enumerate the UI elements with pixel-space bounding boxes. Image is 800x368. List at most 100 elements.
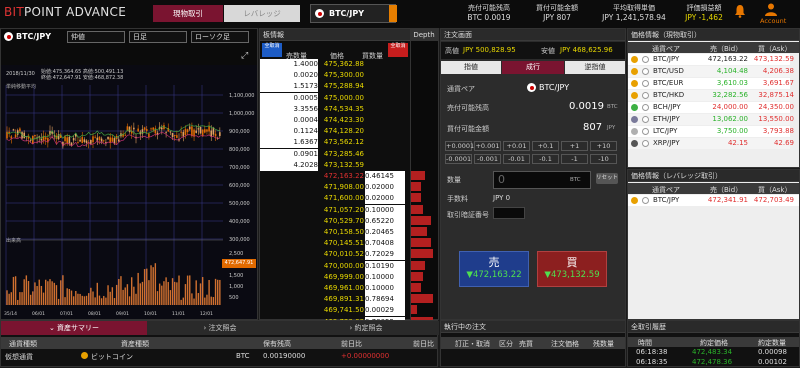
step-plus-button[interactable]: +10 [590, 141, 617, 151]
volume-bar [109, 291, 111, 305]
bid-row[interactable]: 470,000.00 0.10190 [260, 260, 408, 272]
lev-price-row[interactable]: BTC/JPY 472,341.91 472,703.49 [628, 195, 799, 206]
price-axis-label: 900,000 [229, 129, 250, 135]
volume-bar [186, 275, 189, 305]
bid-price: 469,961.00 [323, 284, 364, 292]
step-minus-button[interactable]: -0.001 [474, 154, 501, 164]
price-row[interactable]: ETH/JPY 13,062.00 13,550.00 [628, 114, 794, 125]
ask-qty: 0.0020 [260, 70, 318, 82]
chart-type-select[interactable]: 仲値 [67, 31, 125, 43]
step-plus-button[interactable]: +0.1 [532, 141, 559, 151]
bid-row[interactable]: 471,057.20 0.10000 [260, 204, 408, 216]
volume-bar [60, 280, 62, 305]
ask-row[interactable]: 0.0020 475,300.00 [260, 70, 408, 82]
bell-icon[interactable] [734, 4, 746, 18]
volume-bar [29, 294, 32, 305]
price-row[interactable]: BCH/JPY 24,000.00 24,350.00 [628, 102, 794, 113]
cancel-all-buy-button[interactable]: 全取消 [388, 43, 408, 57]
price-row[interactable]: BTC/USD 4,104.48 4,206.38 [628, 66, 794, 77]
bid-qty: 0.10000 [365, 271, 405, 283]
account-label[interactable]: Account [760, 17, 786, 25]
account-icon[interactable] [764, 2, 778, 16]
volume-bar [201, 277, 204, 305]
volume-bar [158, 283, 161, 305]
bid-row[interactable]: 470,529.70 0.65220 [260, 215, 408, 227]
step-minus-button[interactable]: -0.01 [503, 154, 530, 164]
volume-bar [182, 297, 184, 305]
bid-price: 470,529.70 [323, 216, 364, 225]
tab-stop[interactable]: 逆指値 [565, 61, 625, 74]
step-plus-button[interactable]: +0.01 [503, 141, 530, 151]
tab-spot[interactable]: 現物取引 [153, 5, 223, 22]
tab-leverage[interactable]: レバレッジ [224, 5, 300, 22]
step-minus-button[interactable]: -10 [590, 154, 617, 164]
sell-button[interactable]: 売 ▼472,163.22 [459, 251, 529, 287]
step-plus-button[interactable]: +0.001 [474, 141, 501, 151]
volume-bar [150, 265, 152, 305]
bid-row[interactable]: 471,600.00 0.02000 [260, 193, 408, 205]
flag-icon [642, 140, 649, 147]
price-row[interactable]: LTC/JPY 3,750.00 3,793.88 [628, 126, 794, 137]
step-plus-button[interactable]: +1 [561, 141, 588, 151]
step-plus-button[interactable]: +0.0001 [445, 141, 474, 151]
bid-row[interactable]: 469,961.00 0.10000 [260, 283, 408, 294]
bid-price: 471,908.00 [323, 183, 364, 192]
price-axis-label: 500,000 [229, 201, 250, 207]
bid-row[interactable]: 469,999.00 0.10000 [260, 271, 408, 283]
tab-execution-inquiry[interactable]: › 約定照会 [293, 321, 439, 335]
pin-input[interactable] [493, 207, 525, 219]
bid-row[interactable]: 469,741.50 0.00029 [260, 305, 408, 317]
step-minus-button[interactable]: -0.0001 [445, 154, 472, 164]
expand-icon[interactable]: ⤢ [241, 51, 251, 61]
bid-row[interactable]: 471,908.00 0.02000 [260, 182, 408, 194]
tab-market[interactable]: 成行 [502, 61, 564, 74]
price-title: 価格情報（現物取引） [628, 29, 799, 41]
coin-icon [631, 56, 638, 63]
ask-row[interactable]: 1.6367 473,562.12 [260, 137, 408, 149]
bid-price: 470,158.50 [323, 228, 364, 236]
chart-interval-select[interactable]: 日足 [129, 31, 187, 43]
quantity-input[interactable]: 0 BTC [493, 171, 591, 189]
price-row[interactable]: BTC/JPY 472,163.22 473,132.59 [628, 54, 794, 65]
ask-row[interactable]: 1.4000 475,362.88 [260, 59, 408, 71]
tab-asset-summary[interactable]: ⌄ 資産サマリー [1, 321, 147, 335]
depth-bar [411, 283, 421, 292]
candle [199, 126, 202, 135]
ask-row[interactable]: 0.0004 474,423.30 [260, 115, 408, 127]
price-row[interactable]: BTC/EUR 3,610.03 3,691.67 [628, 78, 794, 89]
jp-flag-icon [527, 83, 536, 92]
bid-row[interactable]: 470,010.52 0.72029 [260, 249, 408, 261]
bid-row[interactable]: 469,891.31 0.78694 [260, 294, 408, 306]
bid-price: 469,891.31 [323, 295, 364, 304]
bid-row[interactable]: 470,158.50 0.20465 [260, 227, 408, 238]
cancel-all-sell-button[interactable]: 全取消 [262, 43, 282, 57]
tab-limit[interactable]: 指値 [441, 61, 501, 74]
ask-row[interactable]: 1.5173 475,288.94 [260, 81, 408, 93]
coin-icon [631, 80, 638, 87]
pair-label: BTC/JPY [329, 9, 364, 18]
ask-row[interactable]: 3.3556 474,534.35 [260, 103, 408, 115]
flag-icon [642, 68, 649, 75]
volume-bar [17, 299, 19, 305]
price-row[interactable]: XRP/JPY 42.15 42.69 [628, 138, 794, 149]
date-axis-label: 07/01 [60, 311, 73, 317]
tab-order-inquiry[interactable]: › 注文照会 [147, 321, 293, 335]
step-minus-button[interactable]: -0.1 [532, 154, 559, 164]
volume-bar [47, 281, 49, 305]
depth-tab[interactable]: Depth [410, 29, 438, 41]
ask-price: 473,285.46 [323, 149, 364, 158]
ask-row[interactable]: 0.1124 474,128.20 [260, 126, 408, 138]
ask-row[interactable]: 4.2028 473,132.59 [260, 159, 408, 171]
bid-row[interactable]: 470,145.51 0.70408 [260, 238, 408, 250]
volume-bar [10, 292, 12, 305]
chevron-down-icon: ⌄ [48, 324, 58, 332]
price-row[interactable]: BTC/HKD 32,282.56 32,875.14 [628, 90, 794, 101]
ask-row[interactable]: 0.0901 473,285.46 [260, 148, 408, 160]
ask-row[interactable]: 0.0005 475,000.00 [260, 92, 408, 104]
buy-button[interactable]: 買 ▼473,132.59 [537, 251, 607, 287]
chart-style-select[interactable]: ローソク足 [191, 31, 249, 43]
bid-row[interactable]: 472,163.22 0.46145 [260, 171, 408, 182]
step-minus-button[interactable]: -1 [561, 154, 588, 164]
pair-selector[interactable]: BTC/JPY [310, 4, 397, 23]
reset-button[interactable]: リセット [596, 173, 618, 184]
